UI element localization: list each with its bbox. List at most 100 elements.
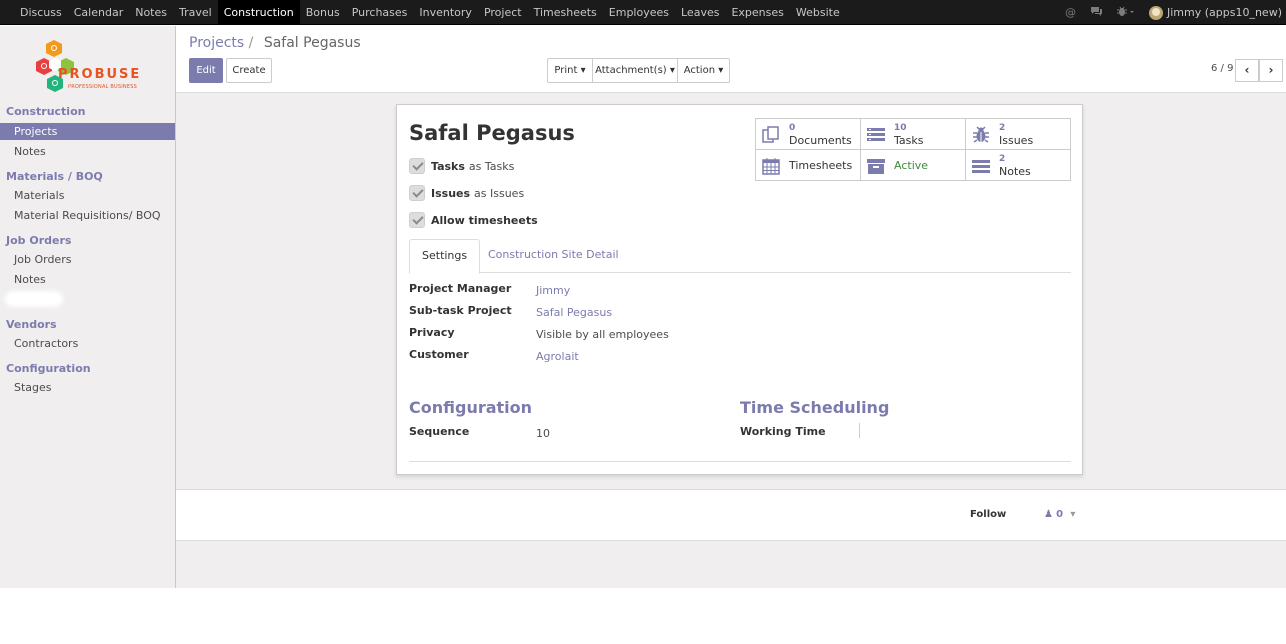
issues-button[interactable]: 2 Issues: [966, 119, 1071, 150]
print-dropdown[interactable]: Print ▾: [547, 58, 593, 83]
pager-previous-button[interactable]: ‹: [1235, 59, 1259, 82]
sidebar-item-contractors[interactable]: Contractors: [0, 335, 175, 352]
menu-leaves[interactable]: Leaves: [675, 0, 725, 25]
avatar: [1149, 5, 1163, 20]
sidebar-item-job-orders[interactable]: Job Orders: [0, 251, 175, 268]
chat-icon[interactable]: [1090, 6, 1103, 20]
redacted-item: [8, 294, 60, 304]
documents-count: 0: [789, 123, 796, 133]
sequence-label: Sequence: [409, 425, 470, 438]
issues-checkbox-label: Issues: [431, 186, 471, 200]
breadcrumb: Projects / Safal Pegasus: [189, 35, 361, 51]
attachments-dropdown[interactable]: Attachment(s) ▾: [592, 58, 678, 83]
time-scheduling-group-title: Time Scheduling: [740, 398, 890, 417]
tasks-checkbox-label: Tasks: [431, 159, 465, 173]
notes-label: Notes: [999, 165, 1031, 178]
tasks-checkbox-row: Tasks as Tasks: [409, 158, 514, 174]
notes-button[interactable]: 2 Notes: [966, 150, 1071, 181]
project-manager-label: Project Manager: [409, 282, 512, 295]
menu-inventory[interactable]: Inventory: [413, 0, 478, 25]
sidebar-item-notes[interactable]: Notes: [0, 143, 175, 160]
timesheets-checkbox-row: Allow timesheets: [409, 212, 542, 228]
notes-count: 2: [999, 154, 1006, 164]
followers-dropdown[interactable]: ♟ 0 ▾: [1044, 509, 1075, 520]
customer-value[interactable]: Agrolait: [536, 350, 579, 363]
menu-discuss[interactable]: Discuss: [14, 0, 68, 25]
user-name: Jimmy (apps10_new): [1167, 6, 1282, 19]
user-icon: ♟: [1044, 509, 1053, 520]
privacy-value: Visible by all employees: [536, 328, 669, 341]
sidebar-item-materials[interactable]: Materials: [0, 187, 175, 204]
at-mention-icon[interactable]: @: [1065, 6, 1076, 19]
menu-project[interactable]: Project: [478, 0, 528, 25]
issues-count: 2: [999, 123, 1006, 133]
company-logo[interactable]: PROBUSE PROFESSIONAL BUSINESS: [34, 38, 144, 94]
smart-button-box: 0 Documents 10 Tasks 2 Issues Timesheets…: [755, 118, 1071, 181]
project-manager-value[interactable]: Jimmy: [536, 284, 570, 297]
sidebar-item-projects[interactable]: Projects: [0, 123, 175, 140]
pager-next-button[interactable]: ›: [1259, 59, 1283, 82]
menu-website[interactable]: Website: [790, 0, 846, 25]
active-toggle-button[interactable]: Active: [861, 150, 966, 181]
action-dropdown[interactable]: Action ▾: [677, 58, 730, 83]
menu-employees[interactable]: Employees: [603, 0, 675, 25]
issues-checkbox[interactable]: [409, 185, 425, 201]
menu-bonus[interactable]: Bonus: [300, 0, 346, 25]
follow-button[interactable]: Follow: [970, 509, 1006, 520]
working-time-label: Working Time: [740, 425, 826, 438]
sidebar-section-configuration: Configuration: [6, 362, 91, 375]
print-label: Print: [554, 65, 578, 76]
sidebar-item-job-notes[interactable]: Notes: [0, 271, 175, 288]
top-navbar: Discuss Calendar Notes Travel Constructi…: [0, 0, 1286, 25]
breadcrumb-parent[interactable]: Projects: [189, 35, 244, 51]
action-label: Action: [683, 65, 716, 76]
notes-list-icon: [972, 160, 990, 173]
chatter: Follow ♟ 0 ▾: [176, 489, 1286, 541]
bug-debug-icon[interactable]: [1117, 6, 1135, 20]
tab-settings[interactable]: Settings: [409, 239, 481, 274]
logo-subtitle: PROFESSIONAL BUSINESS: [68, 84, 137, 90]
edit-button[interactable]: Edit: [189, 58, 223, 83]
menu-notes[interactable]: Notes: [129, 0, 173, 25]
bug-icon: [973, 126, 989, 143]
issues-label: Issues: [999, 134, 1034, 147]
create-button[interactable]: Create: [226, 58, 272, 83]
tab-construction-site-detail[interactable]: Construction Site Detail: [476, 239, 631, 273]
logo-wordmark: PROBUSE: [58, 67, 142, 82]
subtask-project-value[interactable]: Safal Pegasus: [536, 306, 612, 319]
subtask-project-label: Sub-task Project: [409, 304, 512, 317]
working-time-field: [859, 423, 860, 438]
user-menu[interactable]: Jimmy (apps10_new): [1149, 5, 1282, 20]
allow-timesheets-label: Allow timesheets: [431, 213, 538, 227]
form-sheet: Safal Pegasus Tasks as Tasks Issues as I…: [396, 104, 1083, 475]
menu-timesheets[interactable]: Timesheets: [528, 0, 603, 25]
calendar-icon: [762, 158, 780, 175]
followers-count: 0: [1056, 509, 1064, 520]
caret-down-icon: ▾: [1070, 509, 1076, 520]
menu-calendar[interactable]: Calendar: [68, 0, 129, 25]
sidebar: PROBUSE PROFESSIONAL BUSINESS Constructi…: [0, 26, 176, 588]
chevron-right-icon: ›: [1268, 63, 1274, 77]
copy-documents-icon: [762, 126, 779, 143]
menu-travel[interactable]: Travel: [173, 0, 218, 25]
tasks-checkbox[interactable]: [409, 158, 425, 174]
pager-value[interactable]: 6 / 9: [1211, 63, 1233, 74]
issues-checkbox-suffix: as Issues: [474, 186, 525, 200]
issues-checkbox-row: Issues as Issues: [409, 185, 524, 201]
project-name: Safal Pegasus: [409, 121, 575, 145]
timesheets-button[interactable]: Timesheets: [756, 150, 861, 181]
menu-construction[interactable]: Construction: [217, 0, 300, 25]
breadcrumb-separator: /: [248, 35, 254, 51]
documents-button[interactable]: 0 Documents: [756, 119, 861, 150]
tasks-count: 10: [894, 123, 907, 133]
sidebar-item-stages[interactable]: Stages: [0, 379, 175, 396]
notebook-tabs: Settings Construction Site Detail: [409, 239, 1071, 274]
sidebar-item-material-requisitions[interactable]: Material Requisitions/ BOQ: [0, 207, 175, 224]
tasks-button[interactable]: 10 Tasks: [861, 119, 966, 150]
menu-expenses[interactable]: Expenses: [725, 0, 789, 25]
caret-down-icon: ▾: [718, 65, 724, 76]
app-menu: Discuss Calendar Notes Travel Constructi…: [14, 0, 846, 25]
menu-purchases[interactable]: Purchases: [346, 0, 414, 25]
allow-timesheets-checkbox[interactable]: [409, 212, 425, 228]
privacy-label: Privacy: [409, 326, 455, 339]
